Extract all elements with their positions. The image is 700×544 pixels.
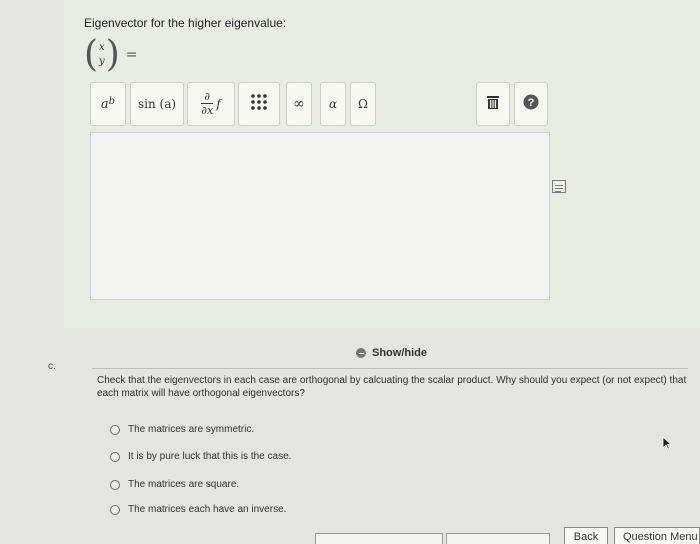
show-hide-toggle[interactable]: Show/hide: [356, 347, 427, 359]
radio-button[interactable]: [110, 451, 120, 462]
question-text: Check that the eigenvectors in each case…: [97, 375, 687, 399]
option-label: The matrices are square.: [128, 479, 240, 490]
alpha-button[interactable]: α: [320, 82, 346, 126]
deriv-denominator: ∂x: [201, 103, 214, 117]
mouse-cursor-icon: [662, 436, 673, 455]
vector-x: x: [99, 42, 105, 53]
footer-button[interactable]: [315, 533, 443, 544]
vector: x y: [99, 41, 105, 69]
document-icon[interactable]: [552, 180, 566, 193]
trash-icon: [485, 94, 501, 114]
option-pure-luck[interactable]: It is by pure luck that this is the case…: [110, 451, 291, 462]
help-icon: ?: [523, 94, 539, 114]
option-inverse[interactable]: The matrices each have an inverse.: [110, 504, 286, 515]
power-base: a: [100, 96, 109, 112]
show-hide-label: Show/hide: [372, 347, 427, 359]
superscript-button[interactable]: ab: [90, 82, 126, 126]
svg-text:?: ?: [528, 97, 535, 109]
footer-button[interactable]: [446, 533, 550, 544]
infinity-button[interactable]: ∞: [286, 82, 312, 126]
option-label: The matrices are symmetric.: [128, 424, 255, 435]
divider: [92, 368, 688, 369]
omega-button[interactable]: Ω: [350, 82, 376, 126]
vector-y: y: [99, 56, 105, 67]
part-label: c.: [48, 361, 56, 372]
radio-button[interactable]: [110, 424, 120, 435]
option-label: It is by pure luck that this is the case…: [128, 451, 292, 462]
option-square[interactable]: The matrices are square.: [110, 479, 239, 490]
matrix-icon: [250, 93, 268, 115]
option-label: The matrices each have an inverse.: [128, 504, 287, 515]
eigenvector-expression: ( x y ) =: [84, 36, 137, 74]
derivative-button[interactable]: ∂ ∂x f: [187, 82, 235, 126]
deriv-f: f: [216, 97, 221, 111]
back-button[interactable]: Back: [564, 527, 608, 544]
collapse-icon: [356, 348, 366, 358]
math-toolbar: ab sin (a) ∂ ∂x f ∞ α Ω ?: [90, 80, 550, 126]
eigenvector-label: Eigenvector for the higher eigenvalue:: [84, 16, 287, 30]
right-paren: ): [105, 34, 120, 75]
help-button[interactable]: ?: [514, 82, 548, 126]
answer-input-box[interactable]: [90, 132, 550, 300]
left-paren: (: [84, 34, 99, 75]
deriv-numerator: ∂: [204, 90, 211, 103]
radio-button[interactable]: [110, 504, 120, 515]
matrix-button[interactable]: [238, 82, 280, 126]
sin-button[interactable]: sin (a): [130, 82, 184, 126]
equals-sign: =: [125, 47, 138, 63]
question-menu-button[interactable]: Question Menu: [614, 527, 700, 544]
power-exp: b: [108, 95, 116, 107]
delete-button[interactable]: [476, 82, 510, 126]
radio-button[interactable]: [110, 479, 120, 490]
option-symmetric[interactable]: The matrices are symmetric.: [110, 424, 254, 435]
